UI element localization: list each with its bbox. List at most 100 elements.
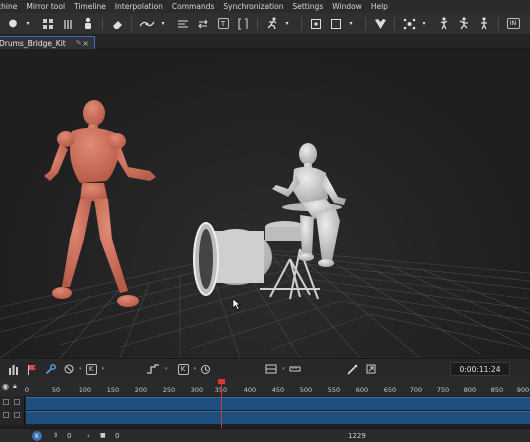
- ruler-label: 300: [190, 386, 204, 394]
- 3d-viewport[interactable]: [0, 49, 530, 358]
- ruler-label: 750: [436, 386, 450, 394]
- dropdown-arrow-icon[interactable]: ▾: [417, 16, 431, 32]
- ruler-label: 850: [490, 386, 504, 394]
- timeline-controls: ▾ K ▾ ▾ K ▾ ▾ 0:00:11:24: [0, 358, 530, 379]
- bracket-icon[interactable]: [236, 16, 250, 32]
- track-checkbox[interactable]: [14, 399, 20, 405]
- status-bar: K ⇕ 0 ‹ ■ 0 1229: [0, 428, 530, 442]
- track-clip[interactable]: [26, 397, 530, 410]
- menu-interpolation[interactable]: Interpolation: [111, 2, 168, 11]
- timecode-display[interactable]: 0:00:11:24: [450, 362, 510, 376]
- stop-icon[interactable]: ■: [100, 432, 106, 439]
- menu-mirror-tool[interactable]: Mirror tool: [22, 2, 70, 11]
- network-icon[interactable]: [402, 16, 416, 32]
- toolbar-divider: [498, 16, 499, 31]
- menu-machine[interactable]: chine: [0, 2, 22, 11]
- menu-bar: chine Mirror tool Timeline Interpolation…: [0, 0, 530, 13]
- k-status-badge[interactable]: K: [32, 431, 42, 441]
- swap-icon[interactable]: [196, 16, 210, 32]
- ruler-label: 100: [78, 386, 92, 394]
- ruler-label: 0: [24, 386, 30, 394]
- heart-shield-icon[interactable]: [373, 16, 387, 32]
- eye-icon[interactable]: ◉: [2, 382, 9, 391]
- status-field-b[interactable]: 0: [115, 432, 119, 440]
- curve-icon[interactable]: [139, 16, 155, 32]
- menu-window[interactable]: Window: [328, 2, 367, 11]
- frame-icon[interactable]: [309, 16, 323, 32]
- timeline-tracks[interactable]: [0, 396, 530, 425]
- ruler-label: 150: [106, 386, 120, 394]
- run-icon[interactable]: [265, 16, 279, 32]
- ruler-label: 800: [463, 386, 477, 394]
- keyframe-prev-button[interactable]: K: [177, 363, 189, 375]
- keyframe-button[interactable]: K: [85, 363, 97, 375]
- timeline-ruler[interactable]: ◉ 🔒︎ 0 50 100 150 200 250 300 350 400 45…: [0, 379, 530, 396]
- ruler-label: 900: [516, 386, 530, 394]
- dropdown-arrow-icon[interactable]: ▾: [344, 16, 358, 32]
- align-icon[interactable]: [176, 16, 190, 32]
- menu-synchronization[interactable]: Synchronization: [219, 2, 288, 11]
- ruler-label: 600: [355, 386, 369, 394]
- ruler-label: 450: [271, 386, 285, 394]
- figure-icon[interactable]: [477, 16, 491, 32]
- close-icon[interactable]: ×: [82, 39, 89, 48]
- document-tab[interactable]: Drums_Bridge_Kit ✎ ×: [0, 36, 95, 49]
- person-icon[interactable]: [81, 16, 95, 32]
- mouse-cursor: [232, 298, 241, 310]
- loop-icon[interactable]: [200, 364, 211, 375]
- lock-icon[interactable]: 🔒︎: [13, 382, 17, 391]
- track-checkbox[interactable]: [3, 412, 9, 418]
- square-icon[interactable]: [329, 16, 343, 32]
- toolbar-divider: [301, 16, 302, 31]
- track-clip[interactable]: [26, 411, 530, 424]
- toolbar-divider: [102, 16, 103, 31]
- frame-counter: 1229: [348, 432, 366, 440]
- export-icon[interactable]: [366, 364, 376, 374]
- track-gutter: [0, 396, 25, 425]
- ruler-label: 700: [409, 386, 423, 394]
- dropdown-arrow-icon[interactable]: ▾: [194, 366, 197, 372]
- menu-commands[interactable]: Commands: [168, 2, 219, 11]
- ruler-label: 250: [162, 386, 176, 394]
- pin-icon[interactable]: ✎: [76, 39, 82, 47]
- status-field-a[interactable]: 0: [67, 432, 71, 440]
- text-tool-icon[interactable]: T: [216, 16, 230, 32]
- dropdown-arrow-icon[interactable]: ▾: [282, 366, 285, 372]
- eraser-icon[interactable]: [110, 16, 124, 32]
- bars-icon[interactable]: [8, 364, 19, 375]
- ruler-label: 500: [299, 386, 313, 394]
- in-button[interactable]: IN: [506, 16, 520, 32]
- dropdown-arrow-icon[interactable]: ▾: [280, 16, 294, 32]
- pose-alt-icon[interactable]: [457, 16, 471, 32]
- dropdown-arrow-icon[interactable]: ▾: [21, 16, 35, 32]
- bones-icon[interactable]: [61, 16, 75, 32]
- ruler-icon[interactable]: [289, 364, 301, 374]
- up-down-icon[interactable]: ⇕: [53, 432, 58, 439]
- menu-settings[interactable]: Settings: [288, 2, 328, 11]
- film-icon[interactable]: [265, 364, 277, 374]
- record-dot-icon[interactable]: ●: [6, 16, 20, 32]
- chevron-left-icon[interactable]: ‹: [87, 432, 90, 440]
- dropdown-arrow-icon[interactable]: ▾: [79, 366, 82, 372]
- track-checkbox[interactable]: [14, 412, 20, 418]
- pose-icon[interactable]: [437, 16, 451, 32]
- ruler-label: 50: [51, 386, 61, 394]
- dropdown-arrow-icon[interactable]: ▾: [102, 366, 105, 372]
- document-tab-bar: Drums_Bridge_Kit ✎ ×: [0, 35, 530, 49]
- bass-drum: [193, 222, 272, 296]
- toolbar-divider: [394, 16, 395, 31]
- track-checkbox[interactable]: [3, 399, 9, 405]
- grid-icon[interactable]: [41, 16, 55, 32]
- dropdown-arrow-icon[interactable]: ▾: [165, 366, 168, 372]
- block-icon[interactable]: [64, 364, 74, 374]
- step-curve-icon[interactable]: [146, 364, 160, 374]
- menu-help[interactable]: Help: [367, 2, 393, 11]
- toolbar-divider: [131, 16, 132, 31]
- flag-icon[interactable]: [27, 364, 37, 375]
- menu-timeline[interactable]: Timeline: [70, 2, 111, 11]
- key-icon[interactable]: [45, 363, 56, 375]
- wand-icon[interactable]: [347, 364, 358, 375]
- playhead[interactable]: [221, 381, 222, 429]
- dropdown-arrow-icon[interactable]: ▾: [156, 16, 170, 32]
- ruler-label: 200: [134, 386, 148, 394]
